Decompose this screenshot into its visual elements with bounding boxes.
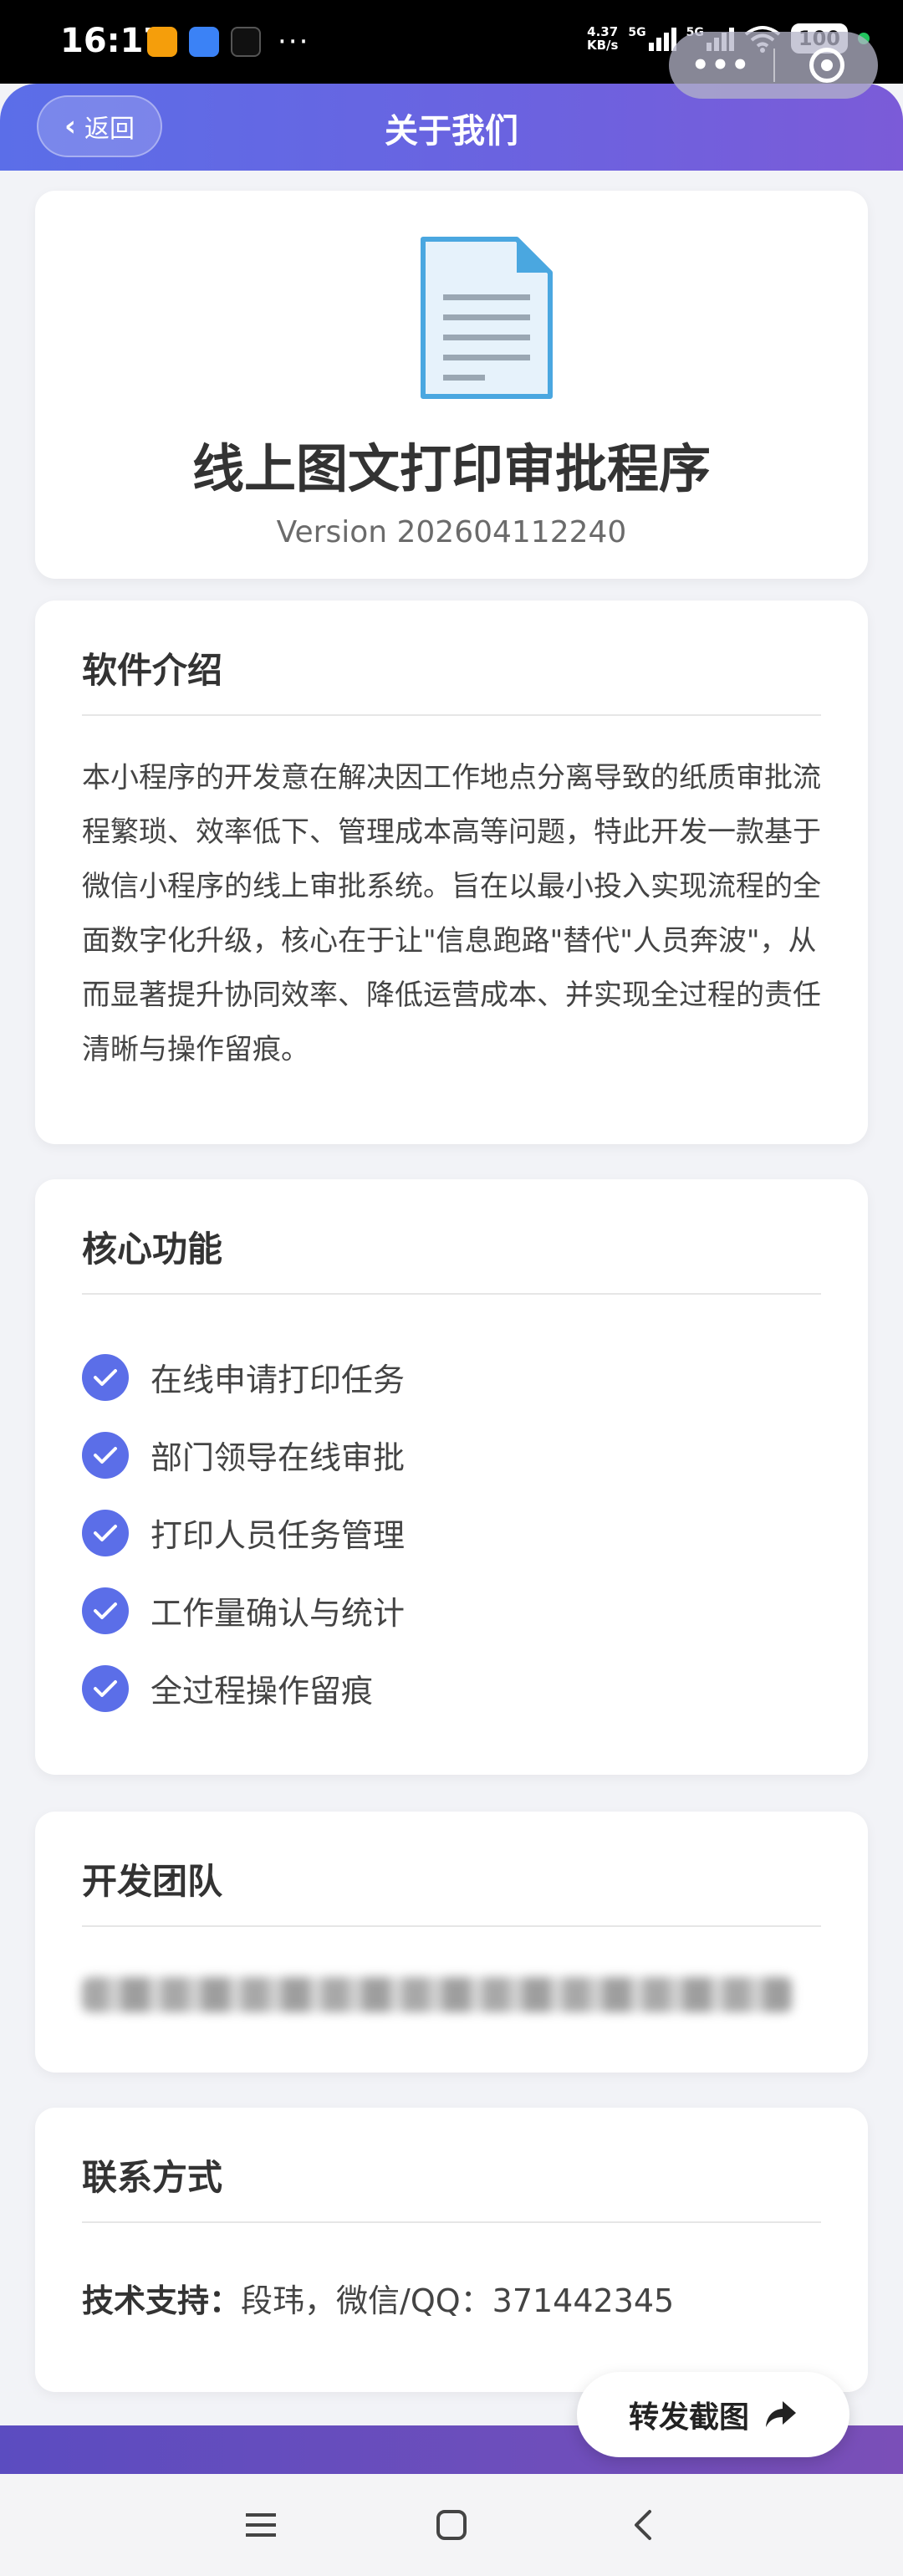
status-app-icons: ··· (147, 25, 309, 59)
feature-item: 在线申请打印任务 (82, 1338, 405, 1416)
share-label: 转发截图 (628, 2400, 749, 2435)
document-icon (421, 237, 553, 399)
close-miniprogram-button[interactable] (775, 48, 878, 83)
feature-label: 工作量确认与统计 (150, 1595, 406, 1632)
team-names-redacted (82, 1977, 793, 2012)
intro-body: 本小程序的开发意在解决因工作地点分离导致的纸质审批流程繁琐、效率低下、管理成本高… (82, 761, 821, 1066)
check-icon (82, 1509, 129, 1556)
features-heading: 核心功能 (82, 1229, 223, 1270)
contact-card: 联系方式 技术支持：段玮，微信/QQ：371442345 (35, 2108, 868, 2392)
miniprogram-capsule: ••• (669, 32, 878, 99)
share-arrow-icon (766, 2401, 796, 2427)
speed-value: 4.37 (587, 24, 619, 39)
check-icon (82, 1353, 129, 1401)
status-more: ··· (278, 25, 310, 59)
feature-label: 全过程操作留痕 (150, 1673, 374, 1710)
share-screenshot-button[interactable]: 转发截图 (577, 2372, 849, 2457)
app-notification-icon (189, 27, 219, 57)
feature-label: 在线申请打印任务 (150, 1362, 406, 1398)
feature-item: 部门领导在线审批 (82, 1416, 405, 1494)
feature-item: 全过程操作留痕 (82, 1649, 405, 1727)
signal-icon: 5G (628, 26, 676, 51)
app-name: 线上图文打印审批程序 (191, 438, 711, 499)
feature-item: 打印人员任务管理 (82, 1494, 405, 1572)
team-heading: 开发团队 (82, 1861, 223, 1902)
divider (82, 714, 821, 716)
feature-label: 打印人员任务管理 (150, 1517, 406, 1554)
back-icon[interactable] (617, 2504, 667, 2546)
app-notification-icon (147, 27, 177, 57)
tiktok-icon (231, 27, 261, 57)
feature-list: 在线申请打印任务 部门领导在线审批 打印人员任务管理 工作量确认与统计 全过程操… (82, 1338, 405, 1727)
target-icon (809, 48, 844, 83)
intro-heading: 软件介绍 (82, 650, 223, 691)
check-icon (82, 1587, 129, 1634)
contact-label: 技术支持： (82, 2282, 242, 2319)
divider (82, 1293, 821, 1295)
more-icon[interactable]: ••• (669, 49, 773, 82)
contact-info: 技术支持：段玮，微信/QQ：371442345 (82, 2275, 674, 2321)
feature-item: 工作量确认与统计 (82, 1572, 405, 1649)
page-title: 关于我们 (385, 112, 518, 151)
feature-label: 部门领导在线审批 (150, 1439, 406, 1476)
intro-card: 软件介绍 本小程序的开发意在解决因工作地点分离导致的纸质审批流程繁琐、效率低下、… (35, 601, 868, 1144)
team-card: 开发团队 (35, 1812, 868, 2073)
app-info-card: 线上图文打印审批程序 Version 202604112240 (35, 191, 868, 579)
divider (82, 2221, 821, 2223)
contact-heading: 联系方式 (82, 2157, 223, 2198)
home-icon[interactable] (426, 2504, 477, 2546)
check-icon (82, 1664, 129, 1712)
signal-label: 5G (628, 26, 646, 39)
features-card: 核心功能 在线申请打印任务 部门领导在线审批 打印人员任务管理 工作量确认与统计… (35, 1179, 868, 1775)
menu-icon[interactable] (236, 2504, 286, 2546)
app-version: Version 202604112240 (276, 515, 627, 549)
divider (82, 1925, 821, 1927)
contact-value: 段玮，微信/QQ：371442345 (241, 2282, 675, 2319)
check-icon (82, 1431, 129, 1479)
app-root: 16:17 ··· 4.37 KB/s 5G 5G (0, 0, 903, 2576)
system-nav-bar (0, 2474, 903, 2576)
speed-unit: KB/s (586, 38, 619, 53)
network-speed: 4.37 KB/s (587, 25, 618, 52)
